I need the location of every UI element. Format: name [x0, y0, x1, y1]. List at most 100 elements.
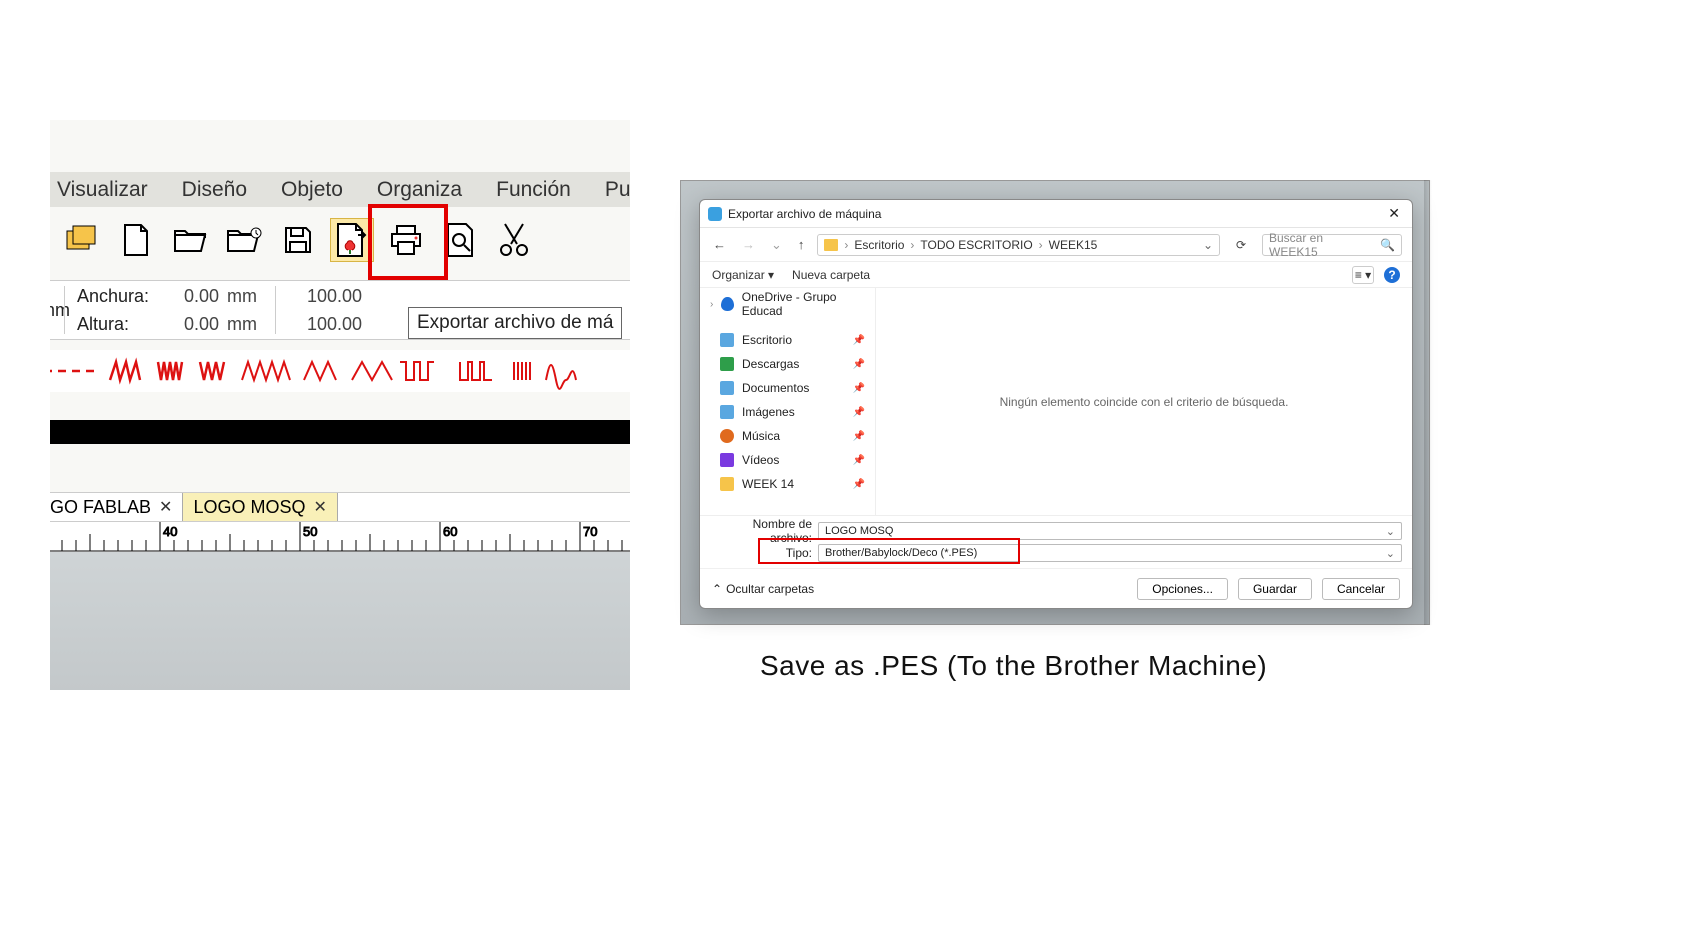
- view-mode-button[interactable]: ≡ ▾: [1352, 266, 1374, 284]
- cancel-button[interactable]: Cancelar: [1322, 578, 1400, 600]
- help-icon[interactable]: ?: [1384, 267, 1400, 283]
- menu-objeto[interactable]: Objeto: [264, 178, 360, 202]
- desktop-icon: [720, 333, 734, 347]
- pin-icon[interactable]: 📌: [853, 407, 865, 418]
- app-icon: [708, 207, 722, 221]
- chevron-down-icon[interactable]: ⌄: [1386, 547, 1395, 560]
- back-icon[interactable]: ←: [710, 237, 729, 252]
- document-icon: [720, 381, 734, 395]
- width2-value[interactable]: 100.00: [292, 286, 362, 307]
- pin-icon[interactable]: 📌: [853, 383, 865, 394]
- tab-label: GO FABLAB: [50, 497, 151, 518]
- sidebar-item-label: WEEK 14: [742, 477, 794, 491]
- chevron-right-icon[interactable]: ›: [844, 238, 848, 252]
- pin-icon[interactable]: 📌: [853, 359, 865, 370]
- close-icon[interactable]: ✕: [1384, 205, 1404, 222]
- design-canvas[interactable]: [50, 552, 630, 690]
- search-icon: 🔍: [1380, 238, 1395, 252]
- filetype-select[interactable]: Brother/Babylock/Deco (*.PES) ⌄: [818, 544, 1402, 562]
- sidebar-item-imagenes[interactable]: Imágenes📌: [700, 400, 875, 424]
- sidebar-item-escritorio[interactable]: Escritorio 📌: [700, 328, 875, 352]
- open-folder-icon[interactable]: [168, 218, 212, 262]
- filetype-value: Brother/Babylock/Deco (*.PES): [825, 547, 977, 559]
- menu-diseno[interactable]: Diseño: [165, 178, 264, 202]
- breadcrumb-item[interactable]: Escritorio: [854, 238, 904, 252]
- sidebar-item-label: OneDrive - Grupo Educad: [742, 290, 865, 318]
- main-toolbar: [60, 210, 630, 270]
- new-folder-button[interactable]: Nueva carpeta: [792, 268, 870, 282]
- images-icon: [720, 405, 734, 419]
- tab-fablab[interactable]: GO FABLAB ✕: [50, 493, 183, 521]
- chevron-down-icon[interactable]: ⌄: [1203, 238, 1213, 252]
- dialog-titlebar: Exportar archivo de máquina ✕: [700, 200, 1412, 228]
- sidebar-item-documentos[interactable]: Documentos📌: [700, 376, 875, 400]
- cut-icon[interactable]: [492, 218, 536, 262]
- options-button[interactable]: Opciones...: [1137, 578, 1228, 600]
- new-file-icon[interactable]: [114, 218, 158, 262]
- chevron-down-icon[interactable]: ⌄: [1386, 525, 1395, 538]
- chevron-right-icon: ›: [910, 238, 914, 252]
- sidebar-onedrive[interactable]: › OneDrive - Grupo Educad: [700, 292, 875, 316]
- document-tabs: GO FABLAB ✕ LOGO MOSQ ✕: [50, 492, 630, 522]
- sidebar-item-label: Escritorio: [742, 333, 792, 347]
- menu-organiza[interactable]: Organiza: [360, 178, 479, 202]
- search-input[interactable]: Buscar en WEEK15 🔍: [1262, 234, 1402, 256]
- figure-caption: Save as .PES (To the Brother Machine): [760, 650, 1267, 682]
- stitch-patterns-row: [50, 350, 630, 392]
- tab-logo-mosq[interactable]: LOGO MOSQ ✕: [183, 493, 337, 521]
- save-icon[interactable]: [276, 218, 320, 262]
- pin-icon[interactable]: 📌: [853, 455, 865, 466]
- height-value[interactable]: 0.00: [159, 314, 219, 335]
- up-icon[interactable]: ↑: [795, 237, 808, 252]
- pin-icon[interactable]: 📌: [853, 431, 865, 442]
- folder-icon: [720, 477, 734, 491]
- search-placeholder: Buscar en WEEK15: [1269, 231, 1374, 259]
- tab-close-icon[interactable]: ✕: [313, 497, 326, 517]
- svg-text:40: 40: [163, 524, 177, 539]
- organize-menu[interactable]: Organizar ▾: [712, 268, 774, 282]
- filetype-label: Tipo:: [710, 546, 812, 560]
- file-list-pane[interactable]: Ningún elemento coincide con el criterio…: [876, 288, 1412, 515]
- refresh-icon[interactable]: ⟳: [1230, 238, 1252, 252]
- pin-icon[interactable]: 📌: [853, 479, 865, 490]
- hide-folders-toggle[interactable]: ⌃ Ocultar carpetas: [712, 582, 814, 596]
- dialog-title: Exportar archivo de máquina: [728, 207, 881, 221]
- embroidery-app-crop: Visualizar Diseño Objeto Organiza Funció…: [50, 120, 630, 690]
- recent-dropdown-icon[interactable]: ⌄: [768, 237, 785, 253]
- export-tooltip: Exportar archivo de má: [408, 307, 622, 339]
- width-value[interactable]: 0.00: [159, 286, 219, 307]
- divider-bar: [50, 420, 630, 444]
- open-multiple-icon[interactable]: [60, 218, 104, 262]
- height2-value[interactable]: 100.00: [292, 314, 362, 335]
- filename-value: LOGO MOSQ: [825, 525, 893, 537]
- desktop-backdrop: Exportar archivo de máquina ✕ ← → ⌄ ↑ › …: [680, 180, 1430, 625]
- sidebar-item-descargas[interactable]: Descargas 📌: [700, 352, 875, 376]
- sidebar-item-musica[interactable]: Música 📌: [700, 424, 875, 448]
- svg-text:70: 70: [583, 524, 597, 539]
- filename-input[interactable]: LOGO MOSQ ⌄: [818, 522, 1402, 540]
- save-button[interactable]: Guardar: [1238, 578, 1312, 600]
- menu-pur[interactable]: Pur: [588, 178, 630, 202]
- sidebar-item-videos[interactable]: Vídeos📌: [700, 448, 875, 472]
- hide-folders-label: Ocultar carpetas: [726, 582, 814, 596]
- menu-funcion[interactable]: Función: [479, 178, 588, 202]
- pin-icon[interactable]: 📌: [853, 335, 865, 346]
- dialog-toolbar: Organizar ▾ Nueva carpeta ≡ ▾ ?: [700, 262, 1412, 288]
- tab-close-icon[interactable]: ✕: [159, 497, 172, 517]
- breadcrumb-item[interactable]: TODO ESCRITORIO: [920, 238, 1032, 252]
- export-dialog: Exportar archivo de máquina ✕ ← → ⌄ ↑ › …: [699, 199, 1413, 609]
- sidebar-item-label: Música: [742, 429, 780, 443]
- breadcrumb-item[interactable]: WEEK15: [1049, 238, 1098, 252]
- tab-label: LOGO MOSQ: [193, 497, 305, 518]
- filename-label: Nombre de archivo:: [710, 517, 812, 545]
- sidebar-item-label: Descargas: [742, 357, 799, 371]
- sidebar-item-week14[interactable]: WEEK 14 📌: [700, 472, 875, 496]
- forward-icon: →: [739, 237, 758, 252]
- chevron-up-icon: ⌃: [712, 582, 722, 596]
- breadcrumb[interactable]: › Escritorio › TODO ESCRITORIO › WEEK15 …: [817, 234, 1220, 256]
- menu-bar: Visualizar Diseño Objeto Organiza Funció…: [50, 172, 630, 207]
- menu-visualizar[interactable]: Visualizar: [50, 178, 165, 202]
- chevron-right-icon: ›: [1039, 238, 1043, 252]
- width-label: Anchura:: [77, 286, 159, 307]
- recent-folder-icon[interactable]: [222, 218, 266, 262]
